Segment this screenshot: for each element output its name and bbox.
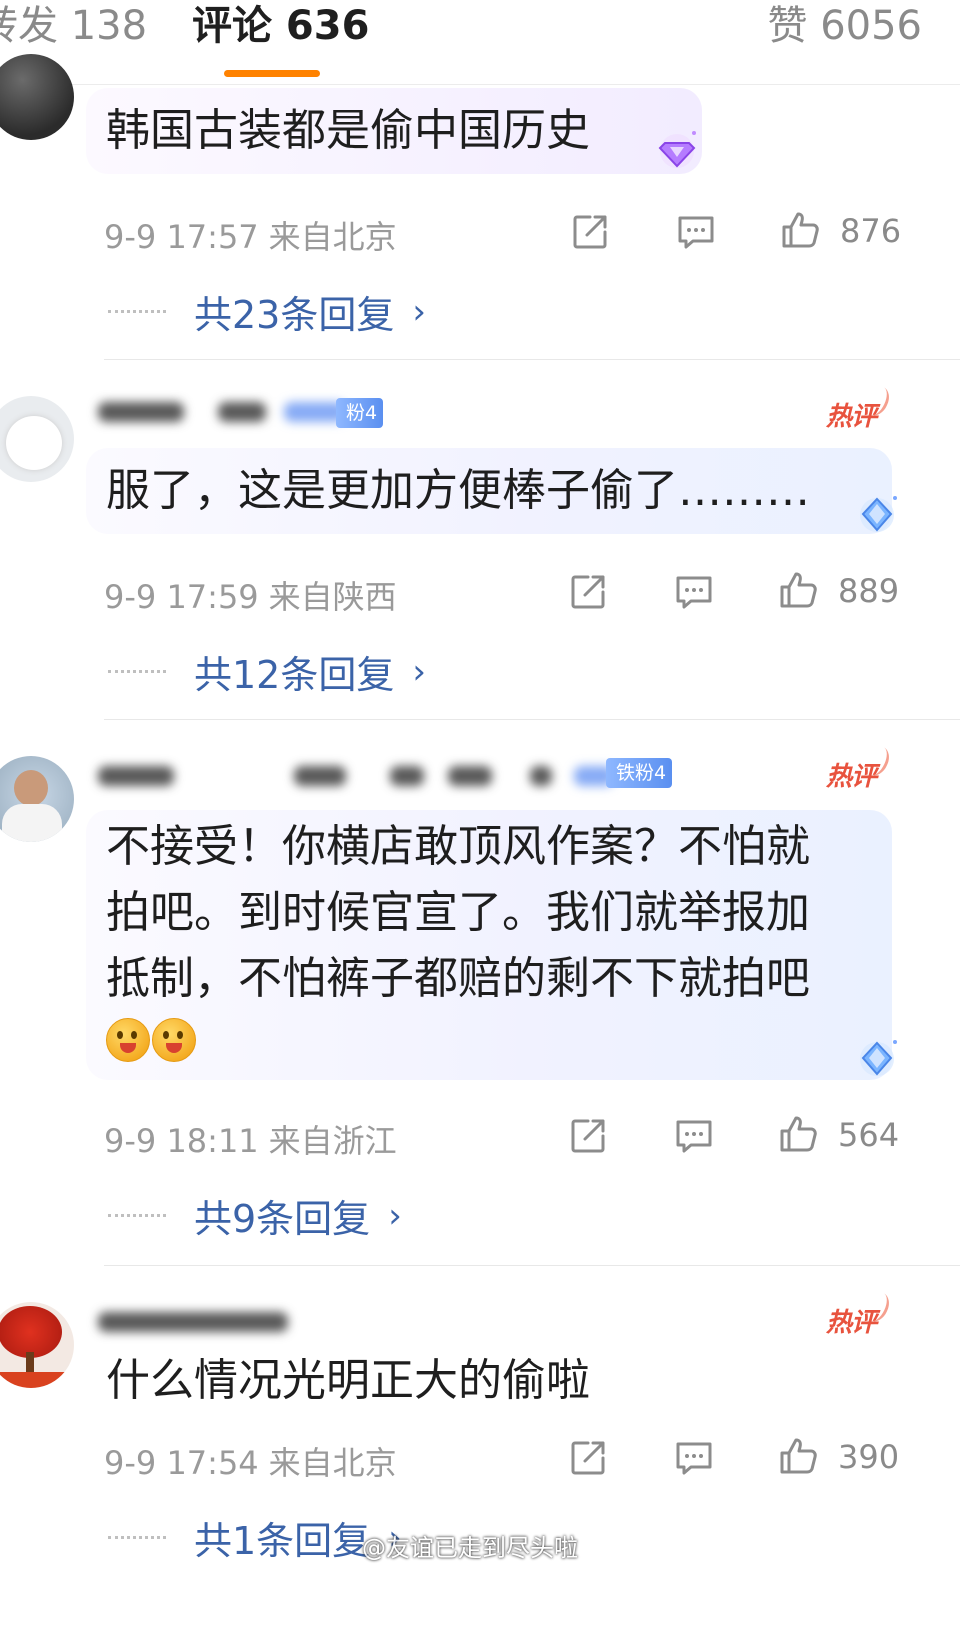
share-icon[interactable] — [568, 1438, 608, 1478]
username-blurred[interactable] — [98, 760, 618, 794]
avatar[interactable] — [0, 396, 74, 482]
view-replies-link[interactable]: 共23条回复 › — [108, 284, 426, 339]
like-icon[interactable] — [778, 570, 818, 610]
username-blurred[interactable] — [98, 1306, 298, 1340]
replies-count: 共9条回复 — [194, 1197, 371, 1241]
share-icon[interactable] — [568, 1116, 608, 1156]
share-icon[interactable] — [570, 212, 610, 252]
like-count: 390 — [838, 1438, 900, 1476]
comment-time: 9-9 17:54 — [104, 1444, 259, 1482]
avatar[interactable] — [0, 756, 74, 842]
tab-reposts[interactable]: 转发 138 — [0, 2, 147, 50]
comment-location: 来自浙江 — [268, 1122, 397, 1160]
comment-text-line: 不接受！你横店敢顶风作案？不怕就 — [106, 821, 810, 872]
comment-meta: 9-9 17:54 来自北京 — [104, 1438, 397, 1484]
comment-time: 9-9 18:11 — [104, 1122, 259, 1160]
person-photo-icon — [14, 770, 48, 806]
tab-comments[interactable]: 评论 636 — [192, 2, 369, 50]
comment-location: 来自陕西 — [268, 578, 397, 616]
comment-text: 服了，这是更加方便棒子偷了……… — [106, 465, 810, 516]
comment-meta: 9-9 18:11 来自浙江 — [104, 1116, 397, 1162]
replies-count: 共23条回复 — [194, 293, 395, 337]
gem-icon — [654, 126, 700, 172]
comment-icon[interactable] — [674, 1438, 714, 1478]
fan-badge: 粉4 — [336, 398, 384, 428]
view-replies-link[interactable]: 共12条回复 › — [108, 644, 426, 699]
comment-tab-bar: 转发 138 评论 636 赞 6056 — [0, 0, 960, 85]
comment-meta: 9-9 17:59 来自陕西 — [104, 572, 397, 618]
hot-comment-tag: 热评 — [826, 1302, 877, 1339]
view-replies-link[interactable]: 共1条回复 › — [108, 1510, 402, 1565]
comment-item: 粉4 热评 服了，这是更加方便棒子偷了……… 9-9 17:59 来自陕西 889… — [0, 360, 960, 720]
active-tab-indicator — [224, 70, 320, 77]
comment-icon[interactable] — [674, 1116, 714, 1156]
share-icon[interactable] — [568, 572, 608, 612]
polar-bear-icon — [6, 416, 62, 470]
hot-comment-tag: 热评 — [826, 756, 877, 793]
replies-count: 共12条回复 — [194, 653, 395, 697]
dotted-line — [108, 1214, 166, 1217]
chevron-right-icon: › — [412, 291, 426, 332]
dotted-line — [108, 670, 166, 673]
like-icon[interactable] — [778, 1436, 818, 1476]
comment-text: 什么情况光明正大的偷啦 — [106, 1355, 590, 1406]
red-tree-icon — [0, 1306, 62, 1358]
gem-icon — [854, 490, 900, 536]
tongue-emoji-icon — [152, 1018, 196, 1062]
weibo-watermark: @友谊已走到尽头啦 — [362, 1534, 578, 1562]
comment-text-line: 抵制，不怕裤子都赔的剩不下就拍吧 — [106, 953, 810, 1004]
tab-likes[interactable]: 赞 6056 — [767, 2, 922, 50]
comment-time: 9-9 17:59 — [104, 578, 259, 616]
comment-text: 韩国古装都是偷中国历史 — [106, 105, 590, 156]
like-icon[interactable] — [778, 1114, 818, 1154]
dotted-line — [108, 1536, 166, 1539]
comment-location: 来自北京 — [268, 1444, 397, 1482]
like-icon[interactable] — [780, 210, 820, 250]
gem-icon — [854, 1034, 900, 1080]
view-replies-link[interactable]: 共9条回复 › — [108, 1188, 402, 1243]
username-blurred[interactable] — [98, 396, 358, 430]
chevron-right-icon: › — [388, 1195, 402, 1236]
fan-badge: 铁粉4 — [606, 758, 673, 788]
comment-icon[interactable] — [676, 212, 716, 252]
like-count: 564 — [838, 1116, 900, 1154]
replies-count: 共1条回复 — [194, 1519, 371, 1563]
comment-text-line: 拍吧。到时候官宣了。我们就举报加 — [106, 887, 810, 938]
comment-location: 来自北京 — [268, 218, 397, 256]
chevron-right-icon: › — [412, 651, 426, 692]
comment-item: 韩国古装都是偷中国历史 9-9 17:57 来自北京 876 共23条回复 › — [0, 54, 960, 360]
hot-comment-tag: 热评 — [826, 396, 877, 433]
like-count: 889 — [838, 572, 900, 610]
comment-item: 热评 什么情况光明正大的偷啦 9-9 17:54 来自北京 390 共1条回复 › — [0, 1266, 960, 1626]
dotted-line — [108, 310, 166, 313]
comment-meta: 9-9 17:57 来自北京 — [104, 212, 397, 258]
tongue-emoji-icon — [106, 1018, 150, 1062]
comment-item: 铁粉4 热评 不接受！你横店敢顶风作案？不怕就 拍吧。到时候官宣了。我们就举报加… — [0, 720, 960, 1266]
comment-time: 9-9 17:57 — [104, 218, 259, 256]
comment-icon[interactable] — [674, 572, 714, 612]
avatar[interactable] — [0, 1302, 74, 1388]
like-count: 876 — [840, 212, 902, 250]
